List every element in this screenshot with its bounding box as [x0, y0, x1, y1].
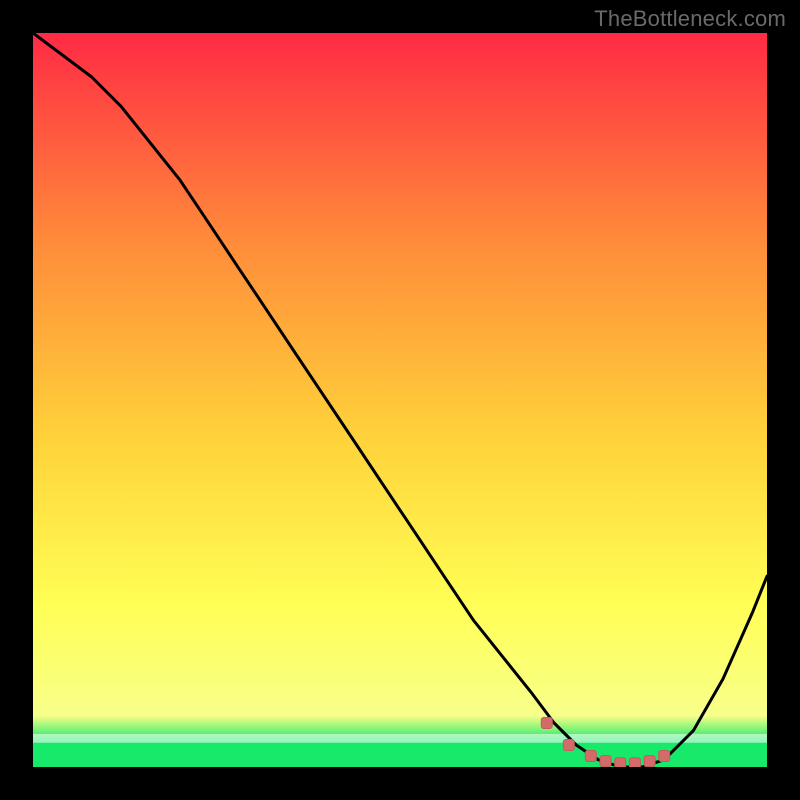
- marker-point: [541, 718, 552, 729]
- chart-frame: [33, 33, 767, 767]
- chart-background: [33, 33, 767, 767]
- marker-point: [644, 756, 655, 767]
- watermark-text: TheBottleneck.com: [594, 6, 786, 32]
- marker-point: [563, 740, 574, 751]
- marker-point: [585, 751, 596, 762]
- marker-point: [629, 758, 640, 767]
- chart-svg: [33, 33, 767, 767]
- chart-container: TheBottleneck.com: [0, 0, 800, 800]
- plot-area: [33, 33, 767, 767]
- marker-point: [659, 751, 670, 762]
- chart-highlight-band: [33, 734, 767, 743]
- marker-point: [600, 756, 611, 767]
- marker-point: [615, 758, 626, 767]
